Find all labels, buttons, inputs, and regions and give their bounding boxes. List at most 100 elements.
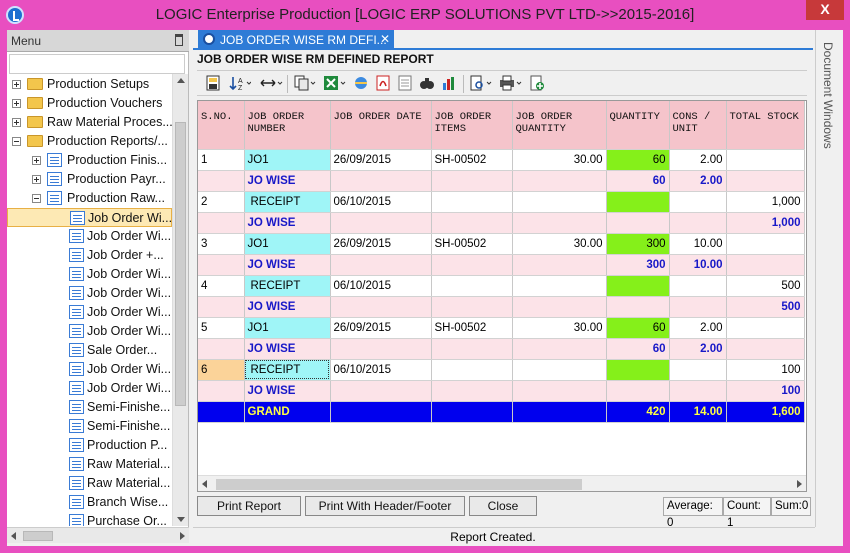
scroll-left-icon[interactable] <box>11 532 16 540</box>
cell-number[interactable]: GRAND <box>244 401 331 423</box>
collapse-icon[interactable] <box>12 137 21 146</box>
cell-total-stock[interactable]: 1,600 <box>726 401 805 423</box>
cell-items[interactable]: SH-00502 <box>431 149 513 171</box>
cell-sno[interactable]: 5 <box>198 317 245 339</box>
cell-date[interactable]: 26/09/2015 <box>330 317 432 339</box>
scroll-up-icon[interactable] <box>177 78 185 83</box>
column-header-cons-unit[interactable]: CONS / UNIT <box>669 101 727 150</box>
pdf-export-icon[interactable] <box>375 75 391 91</box>
menu-item[interactable]: Job Order Wi... <box>7 227 172 246</box>
cell-jo-quantity[interactable] <box>512 212 607 234</box>
print-preview-icon[interactable] <box>469 75 493 91</box>
cell-jo-quantity[interactable] <box>512 275 607 297</box>
table-row[interactable]: 2 RECEIPT 06/10/2015 1,000 <box>198 191 805 213</box>
cell-quantity[interactable]: 60 <box>606 338 670 360</box>
cell-total-stock[interactable]: 100 <box>726 380 805 402</box>
table-row[interactable]: 4 RECEIPT 06/10/2015 500 <box>198 275 805 297</box>
cell-date[interactable] <box>330 212 432 234</box>
cell-quantity[interactable] <box>606 359 670 381</box>
table-row[interactable]: JO WISE 60 2.00 <box>198 170 805 192</box>
cell-date[interactable] <box>330 170 432 192</box>
cell-date[interactable]: 06/10/2015 <box>330 191 432 213</box>
cell-cons-unit[interactable]: 14.00 <box>669 401 727 423</box>
cell-sno[interactable] <box>198 401 245 423</box>
cell-cons-unit[interactable]: 2.00 <box>669 170 727 192</box>
cell-total-stock[interactable]: 500 <box>726 275 805 297</box>
menu-horizontal-scrollbar[interactable] <box>7 527 189 543</box>
copy-icon[interactable] <box>293 75 317 91</box>
cell-sno[interactable] <box>198 254 245 276</box>
table-row[interactable]: GRAND 420 14.00 1,600 <box>198 401 805 423</box>
menu-item[interactable]: Job Order Wi... <box>7 379 172 398</box>
menu-item[interactable]: Job Order Wi... <box>7 208 172 227</box>
cell-sno[interactable]: 4 <box>198 275 245 297</box>
cell-sno[interactable] <box>198 212 245 234</box>
menu-item[interactable]: Production Setups <box>7 75 172 94</box>
cell-jo-quantity[interactable] <box>512 254 607 276</box>
cell-date[interactable]: 06/10/2015 <box>330 275 432 297</box>
menu-item[interactable]: Purchase Or... <box>7 512 172 526</box>
cell-items[interactable] <box>431 338 513 360</box>
cell-date[interactable] <box>330 380 432 402</box>
cell-total-stock[interactable] <box>726 233 805 255</box>
cell-total-stock[interactable] <box>726 149 805 171</box>
column-width-icon[interactable] <box>259 75 283 91</box>
table-row[interactable]: JO WISE 100 <box>198 380 805 402</box>
cell-items[interactable] <box>431 359 513 381</box>
cell-number[interactable]: JO1 <box>244 233 331 255</box>
cell-sno[interactable] <box>198 380 245 402</box>
cell-sno[interactable]: 6 <box>198 359 245 381</box>
report-grid[interactable]: S.NO. JOB ORDER NUMBER JOB ORDER DATE JO… <box>197 100 807 492</box>
menu-item[interactable]: Raw Material... <box>7 474 172 493</box>
cell-date[interactable] <box>330 254 432 276</box>
menu-item[interactable]: Job Order Wi... <box>7 303 172 322</box>
menu-item[interactable]: Production Vouchers <box>7 94 172 113</box>
cell-date[interactable] <box>330 296 432 318</box>
cell-number[interactable]: JO WISE <box>244 170 331 192</box>
cell-quantity[interactable] <box>606 191 670 213</box>
cell-quantity[interactable] <box>606 212 670 234</box>
column-header-jo-quantity[interactable]: JOB ORDER QUANTITY <box>512 101 607 150</box>
save-layout-icon[interactable] <box>205 75 221 91</box>
tab-close-icon[interactable]: ✕ <box>380 32 390 46</box>
menu-item[interactable]: Job Order Wi... <box>7 284 172 303</box>
menu-item[interactable]: Job Order Wi... <box>7 322 172 341</box>
cell-items[interactable] <box>431 296 513 318</box>
scroll-thumb[interactable] <box>216 479 582 490</box>
cell-number[interactable]: RECEIPT <box>244 359 331 381</box>
cell-items[interactable]: SH-00502 <box>431 233 513 255</box>
cell-sno[interactable]: 1 <box>198 149 245 171</box>
cell-cons-unit[interactable]: 10.00 <box>669 233 727 255</box>
column-header-number[interactable]: JOB ORDER NUMBER <box>244 101 331 150</box>
cell-number[interactable]: JO1 <box>244 149 331 171</box>
cell-jo-quantity[interactable]: 30.00 <box>512 149 607 171</box>
cell-total-stock[interactable] <box>726 170 805 192</box>
print-report-button[interactable]: Print Report <box>197 496 301 516</box>
cell-number[interactable]: JO WISE <box>244 254 331 276</box>
cell-quantity[interactable] <box>606 380 670 402</box>
cell-date[interactable]: 26/09/2015 <box>330 149 432 171</box>
scroll-right-icon[interactable] <box>180 532 185 540</box>
cell-cons-unit[interactable] <box>669 380 727 402</box>
close-button[interactable]: Close <box>469 496 537 516</box>
menu-item[interactable]: Production Payr... <box>7 170 172 189</box>
cell-items[interactable] <box>431 275 513 297</box>
cell-total-stock[interactable]: 500 <box>726 296 805 318</box>
cell-jo-quantity[interactable]: 30.00 <box>512 317 607 339</box>
cell-items[interactable] <box>431 380 513 402</box>
cell-jo-quantity[interactable]: 30.00 <box>512 233 607 255</box>
table-row[interactable]: 3 JO1 26/09/2015 SH-00502 30.00 300 10.00 <box>198 233 805 255</box>
cell-total-stock[interactable]: 1,000 <box>726 212 805 234</box>
cell-quantity[interactable]: 60 <box>606 170 670 192</box>
expand-icon[interactable] <box>32 156 41 165</box>
cell-cons-unit[interactable] <box>669 212 727 234</box>
column-header-total-stock[interactable]: TOTAL STOCK <box>726 101 805 150</box>
find-icon[interactable] <box>419 75 435 91</box>
column-header-date[interactable]: JOB ORDER DATE <box>330 101 432 150</box>
table-row[interactable]: 1 JO1 26/09/2015 SH-00502 30.00 60 2.00 <box>198 149 805 171</box>
cell-sno[interactable] <box>198 338 245 360</box>
expand-icon[interactable] <box>32 175 41 184</box>
window-close-button[interactable]: X <box>806 0 844 20</box>
column-header-sno[interactable]: S.NO. <box>198 101 245 150</box>
cell-number[interactable]: RECEIPT <box>244 275 331 297</box>
